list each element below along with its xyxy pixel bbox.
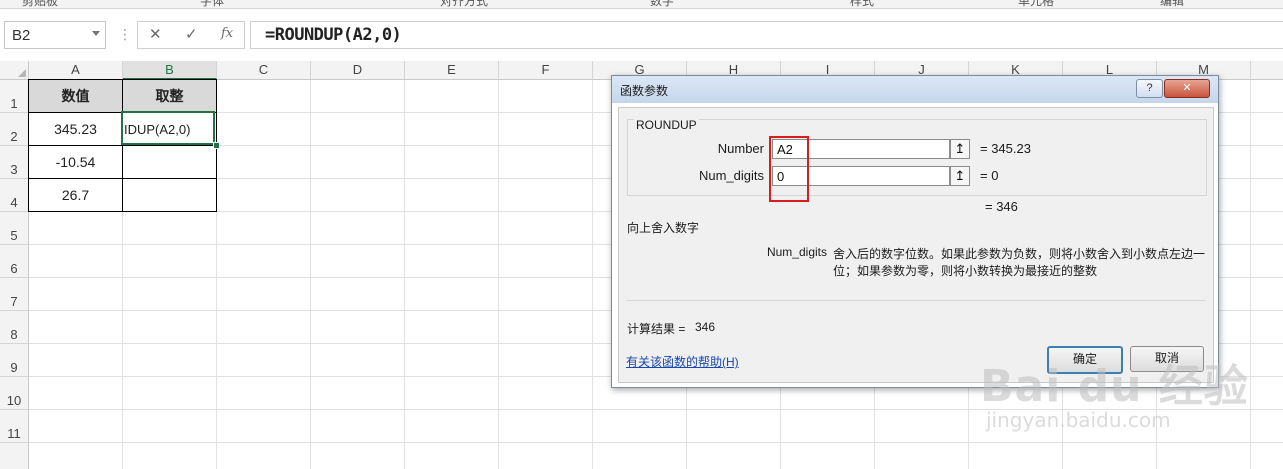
column-header-d[interactable]: D — [311, 61, 405, 80]
arg-num-digits-result: = 0 — [980, 168, 999, 183]
ribbon-group-cells[interactable]: 单元格 — [1018, 0, 1054, 8]
row-header-2[interactable]: 2 — [0, 113, 29, 146]
collapse-dialog-icon[interactable]: ↥ — [950, 139, 970, 159]
ribbon-group-editing[interactable]: 编辑 — [1160, 0, 1184, 8]
row-header-1[interactable]: 1 — [0, 80, 29, 113]
select-all-corner[interactable] — [0, 61, 29, 80]
row-header-9[interactable]: 9 — [0, 344, 29, 377]
dialog-title: 函数参数 — [620, 84, 669, 98]
calc-result-value: 346 — [695, 320, 716, 334]
enter-icon[interactable]: ✓ — [185, 25, 198, 43]
insert-function-icon[interactable]: fx — [221, 26, 233, 41]
calc-result-label: 计算结果 = — [627, 322, 686, 336]
row-header-5[interactable]: 5 — [0, 212, 29, 245]
arg-number-result: = 345.23 — [980, 141, 1031, 156]
cell-a4[interactable]: 26.7 — [29, 179, 122, 211]
cell-a1[interactable]: 数值 — [29, 80, 122, 112]
collapse-dialog-icon[interactable]: ↥ — [950, 166, 970, 186]
gridline — [592, 80, 593, 469]
close-button[interactable]: ✕ — [1164, 79, 1210, 98]
formula-text: =ROUNDUP(A2,0) — [265, 25, 402, 45]
ribbon-group-font[interactable]: 字体 — [200, 0, 224, 8]
column-header-partial[interactable] — [1251, 61, 1283, 80]
formula-input[interactable]: =ROUNDUP(A2,0) — [250, 21, 1283, 49]
arg-description-line1: 舍入后的数字位数。如果此参数为负数，则将小数舍入到小数点左边一 — [833, 247, 1206, 261]
row-header-3[interactable]: 3 — [0, 146, 29, 179]
column-header-a[interactable]: A — [29, 61, 123, 80]
row-header-10[interactable]: 10 — [0, 377, 29, 410]
function-arguments-dialog: 函数参数 ? ✕ ROUNDUP Number A2 ↥ = 345.23 Nu… — [611, 75, 1219, 388]
arg-num-digits-label: Num_digits — [698, 168, 764, 183]
row-header-12-partial[interactable] — [0, 443, 29, 469]
column-header-c[interactable]: C — [217, 61, 311, 80]
column-header-b[interactable]: B — [123, 61, 217, 80]
help-link[interactable]: 有关该函数的帮助(H) — [626, 353, 739, 370]
row-header-4[interactable]: 4 — [0, 179, 29, 212]
watermark-brand: Bai du 经验 — [980, 361, 1249, 412]
baidu-watermark: Bai du 经验 jingyan.baidu.com — [980, 350, 1280, 460]
highlight-box — [769, 136, 809, 202]
arguments-group: ROUNDUP Number A2 ↥ = 345.23 Num_digits … — [627, 118, 1207, 202]
row-header-7[interactable]: 7 — [0, 278, 29, 311]
row-header-11[interactable]: 11 — [0, 410, 29, 443]
dialog-body: ROUNDUP Number A2 ↥ = 345.23 Num_digits … — [618, 107, 1214, 383]
function-result: = 346 — [985, 199, 1018, 214]
ribbon-group-clipboard[interactable]: 剪贴板 — [22, 0, 58, 8]
ribbon-group-alignment[interactable]: 对齐方式 — [440, 0, 488, 8]
active-cell-border — [121, 111, 215, 145]
function-name: ROUNDUP — [634, 118, 699, 132]
ribbon-group-number[interactable]: 数字 — [650, 0, 674, 8]
ribbon-strip: 剪贴板 字体 对齐方式 数字 样式 单元格 编辑 — [0, 0, 1283, 9]
table-border — [28, 79, 29, 212]
formula-bar-grip-icon: ⋮ — [118, 26, 132, 42]
name-box[interactable]: B2 — [4, 21, 106, 49]
ribbon-group-styles[interactable]: 样式 — [850, 0, 874, 8]
formula-buttons: ✕ ✓ fx — [137, 21, 245, 49]
separator — [627, 300, 1205, 301]
cell-b1[interactable]: 取整 — [123, 80, 216, 112]
cell-a3[interactable]: -10.54 — [29, 146, 122, 178]
function-description: 向上舍入数字 — [627, 221, 700, 235]
arg-description-label: Num_digits — [766, 245, 827, 259]
chevron-down-icon[interactable] — [92, 31, 100, 36]
formula-bar-area: B2 ⋮ ✕ ✓ fx =ROUNDUP(A2,0) — [0, 9, 1283, 61]
name-box-value: B2 — [12, 27, 31, 44]
fill-handle[interactable] — [213, 142, 220, 149]
gridline — [498, 80, 499, 469]
help-button[interactable]: ? — [1136, 79, 1163, 98]
cell-a2[interactable]: 345.23 — [29, 113, 122, 145]
row-header-8[interactable]: 8 — [0, 311, 29, 344]
arg-number-label: Number — [717, 141, 764, 156]
row-header-6[interactable]: 6 — [0, 245, 29, 278]
column-header-e[interactable]: E — [405, 61, 499, 80]
cancel-icon[interactable]: ✕ — [149, 25, 162, 43]
column-header-f[interactable]: F — [499, 61, 593, 80]
arg-description-line2: 位；如果参数为零，则将小数转换为最接近的整数 — [833, 264, 1098, 278]
watermark-url: jingyan.baidu.com — [986, 408, 1171, 432]
gridline — [310, 80, 311, 469]
dialog-titlebar[interactable]: 函数参数 ? ✕ — [612, 76, 1218, 103]
gridline — [404, 80, 405, 469]
table-border — [122, 79, 123, 212]
